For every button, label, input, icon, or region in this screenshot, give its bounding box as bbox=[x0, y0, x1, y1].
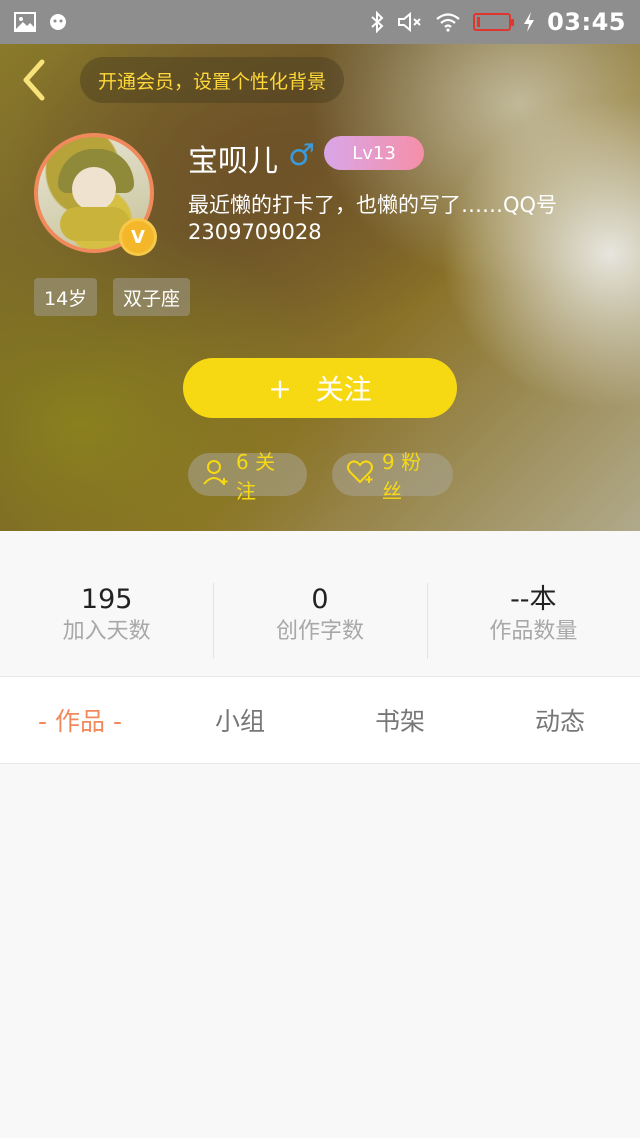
bluetooth-icon bbox=[369, 11, 385, 33]
avatar-scarf bbox=[60, 207, 130, 241]
stat-word-count: 0 创作字数 bbox=[213, 583, 426, 659]
zodiac-tag: 双子座 bbox=[113, 278, 191, 316]
following-count-button[interactable]: 6 关注 bbox=[188, 450, 307, 503]
avatar[interactable]: V bbox=[34, 133, 154, 253]
bio-text: 最近懒的打卡了，也懒的写了……QQ号2309709028 bbox=[188, 193, 558, 244]
avatar-face bbox=[72, 167, 116, 211]
follow-button-label: 关注 bbox=[315, 373, 372, 406]
tab-works[interactable]: - 作品 - bbox=[0, 677, 160, 763]
verified-badge-icon: V bbox=[122, 221, 154, 253]
stat-value: 195 bbox=[80, 584, 133, 615]
wifi-icon bbox=[435, 12, 461, 32]
status-bar: 03:45 bbox=[0, 0, 640, 44]
tab-bookshelf[interactable]: 书架 bbox=[320, 677, 480, 763]
tab-groups[interactable]: 小组 bbox=[160, 677, 320, 763]
male-gender-icon: ♂ bbox=[288, 138, 315, 173]
plus-icon: + bbox=[268, 371, 292, 405]
status-bar-right: 03:45 bbox=[369, 8, 626, 36]
stat-label: 作品数量 bbox=[489, 619, 578, 644]
follow-button[interactable]: + 关注 bbox=[183, 358, 457, 418]
stat-label: 创作字数 bbox=[275, 619, 364, 644]
charging-icon bbox=[523, 11, 535, 33]
stat-label: 加入天数 bbox=[62, 619, 151, 644]
stats-bar: 195 加入天数 0 创作字数 --本 作品数量 bbox=[0, 531, 640, 676]
tab-content-area bbox=[0, 764, 640, 1138]
fans-count-button[interactable]: 9 粉丝 bbox=[332, 450, 453, 503]
stat-value: --本 bbox=[510, 584, 557, 615]
mute-icon bbox=[397, 11, 423, 33]
age-tag: 14岁 bbox=[34, 278, 98, 316]
status-time: 03:45 bbox=[547, 8, 626, 36]
notification-icon bbox=[48, 12, 68, 32]
chevron-left-icon bbox=[20, 58, 48, 106]
stat-works-count: --本 作品数量 bbox=[426, 583, 640, 659]
profile-tabs: - 作品 - 小组 书架 动态 bbox=[0, 676, 640, 764]
user-plus-icon bbox=[202, 458, 230, 491]
nickname: 宝呗儿 bbox=[188, 144, 278, 179]
tab-activity[interactable]: 动态 bbox=[480, 677, 640, 763]
vip-banner[interactable]: 开通会员，设置个性化背景 bbox=[80, 57, 345, 103]
following-count: 6 关注 bbox=[236, 449, 276, 503]
stat-value: 0 bbox=[311, 584, 329, 615]
image-icon bbox=[14, 12, 36, 32]
back-button[interactable] bbox=[16, 58, 52, 106]
battery-icon bbox=[473, 13, 515, 31]
profile-header: 开通会员，设置个性化背景 V 宝呗儿 ♂ Lv13 最近懒的打卡了，也懒的写了…… bbox=[0, 44, 640, 531]
fans-count: 9 粉丝 bbox=[382, 449, 422, 503]
level-badge: Lv13 bbox=[324, 136, 424, 170]
stat-join-days: 195 加入天数 bbox=[0, 583, 213, 659]
heart-plus-icon bbox=[346, 459, 376, 490]
status-bar-left bbox=[14, 12, 68, 32]
